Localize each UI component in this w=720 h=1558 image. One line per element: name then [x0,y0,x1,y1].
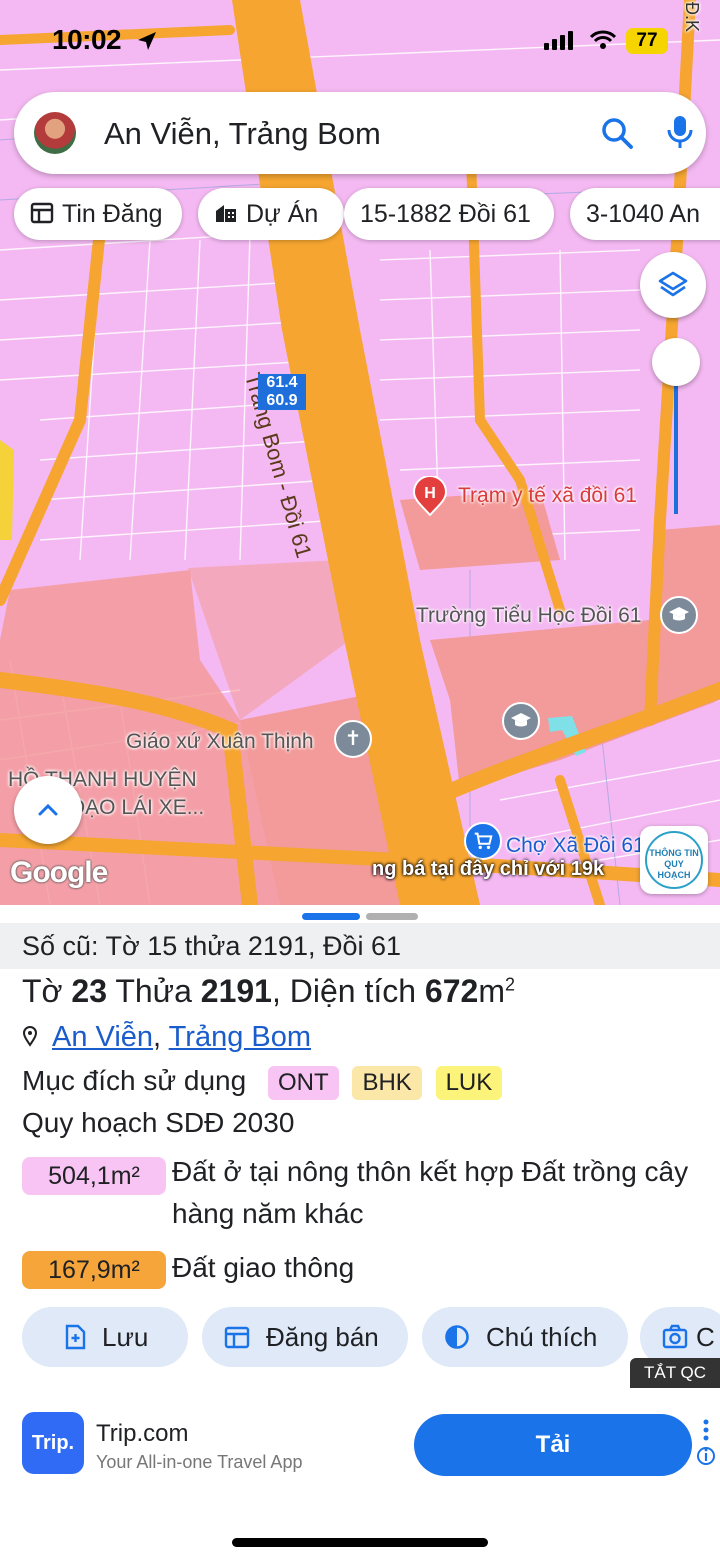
plan-area-row: 167,9m² Đất giao thông [22,1251,720,1293]
home-indicator-area [0,1502,720,1558]
search-query[interactable]: An Viễn, Trảng Bom [104,116,381,152]
area-unit: m [478,973,505,1009]
battery-indicator: 77 [626,28,668,54]
poi-church-label[interactable]: Giáo xứ Xuân Thịnh [126,730,314,754]
avatar[interactable] [34,112,76,154]
area-description: Đất ở tại nông thôn kết hợp Đất trồng câ… [172,1156,689,1229]
listing-icon [30,203,54,224]
google-logo: Google [10,856,108,889]
layers-icon [658,271,688,297]
microphone-icon[interactable] [666,114,694,152]
poi-driving-label-2[interactable]: ĐẠO LÁI XE... [70,796,204,820]
ad-banner[interactable]: Trip. Trip.com Your All-in-one Travel Ap… [0,1388,720,1502]
search-icon[interactable] [600,116,634,150]
area-unit-exp: 2 [504,974,515,995]
sheet-number: 23 [71,973,108,1009]
location-pin-icon [22,1026,38,1048]
poi-market-label[interactable]: Chợ Xã Đồi 61 [506,834,645,858]
area-value-pill: 167,9m² [22,1251,166,1289]
capture-label: C [696,1322,715,1352]
chip-label: Tin Đăng [62,200,163,228]
address-separator: , [153,1021,162,1053]
area-value: 672 [424,973,479,1009]
chip-recent-2[interactable]: 3-1040 An [570,188,720,240]
ad-info-icon[interactable] [696,1418,716,1472]
chip-recent-1[interactable]: 15-1882 Đồi 61 [344,188,554,240]
close-ad-button[interactable]: TẮT QC [630,1358,720,1388]
chip-du-an[interactable]: Dự Án [198,188,344,240]
area-value-pill: 504,1m² [22,1157,166,1195]
opacity-slider-knob[interactable] [652,338,700,386]
legend-button[interactable]: Chú thích [422,1307,628,1367]
post-sale-button[interactable]: Đăng bán [202,1307,408,1367]
poi-school-label[interactable]: Trường Tiểu Học Đồi 61 [416,604,641,628]
status-bar: 10:02 77 [0,0,720,80]
old-parcel-id: Số cũ: Tờ 15 thửa 2191, Đồi 61 [0,923,720,969]
home-indicator[interactable] [232,1538,488,1547]
land-use-row: Mục đích sử dụng ONT BHK LUK [22,1065,503,1100]
legend-icon [445,1325,469,1349]
parcel-info-sheet[interactable]: Số cũ: Tờ 15 thửa 2191, Đồi 61 Tờ 23 Thử… [0,905,720,1385]
ad-title: Trip.com [96,1420,189,1447]
sheet-label: Tờ [22,973,63,1009]
church-icon[interactable]: ✝ [334,720,372,758]
wifi-icon [590,30,616,49]
plan-area-row: 504,1m² Đất ở tại nông thôn kết hợp Đất … [22,1156,720,1247]
shopping-cart-icon[interactable] [464,822,502,860]
camera-icon [662,1324,688,1349]
save-button[interactable]: Lưu [22,1307,188,1367]
land-use-tag[interactable]: LUK [435,1065,503,1100]
sheet-handle[interactable] [366,913,418,920]
school-icon-2[interactable] [502,702,540,740]
svg-text:H: H [424,485,436,502]
planning-info-text: THÔNG TIN QUY HOẠCH [645,831,703,889]
sheet-handle-active[interactable] [302,913,360,920]
post-icon [224,1326,250,1349]
plot-number: 2191 [200,973,272,1009]
parcel-dim-1: 61.4 [266,374,298,391]
building-icon [216,205,236,223]
district-link[interactable]: Trảng Bom [169,1021,311,1053]
chip-tin-dang[interactable]: Tin Đăng [14,188,182,240]
plot-label: Thửa [115,973,192,1009]
parcel-dim-2: 60.9 [266,392,298,409]
land-use-label: Mục đích sử dụng [22,1065,247,1096]
parcel-title: Tờ 23 Thửa 2191, Diện tích 672m2 [22,973,515,1010]
ad-download-button[interactable]: Tải [414,1414,692,1476]
legend-label: Chú thích [486,1322,598,1352]
area-description: Đất giao thông [172,1252,355,1283]
search-bar[interactable]: An Viễn, Trảng Bom [14,92,706,174]
filter-chips: Tin Đăng Dự Án 15-1882 Đồi 61 3-1040 An [14,188,720,242]
chevron-up-icon [38,803,58,816]
school-icon[interactable] [660,596,698,634]
map-view[interactable]: Trảng Bom - Đồi 61 61.4 60.9 H Trạm y tế… [0,0,720,905]
cellular-signal-icon [544,31,573,50]
save-icon [65,1324,86,1350]
parcel-dimension-label[interactable]: 61.4 60.9 [258,374,306,410]
area-label: , Diện tích [271,973,417,1009]
chip-label: Dự Án [246,200,319,228]
location-arrow-icon [138,32,156,50]
layers-button[interactable] [640,252,706,318]
poi-health-label[interactable]: Trạm y tế xã đồi 61 [458,484,637,508]
save-label: Lưu [102,1322,149,1352]
land-use-tag[interactable]: BHK [352,1065,422,1100]
hospital-pin-icon[interactable]: H [412,476,448,516]
clock: 10:02 [52,24,122,55]
parcel-address: An Viễn, Trảng Bom [22,1021,311,1054]
expand-up-button[interactable] [14,776,82,844]
commune-link[interactable]: An Viễn [52,1021,153,1053]
plan-title: Quy hoạch SDĐ 2030 [22,1107,295,1138]
land-use-tag[interactable]: ONT [267,1065,339,1100]
ad-subtitle: Your All-in-one Travel App [96,1452,303,1472]
planning-info-badge[interactable]: THÔNG TIN QUY HOẠCH [640,826,708,894]
trip-logo: Trip. [22,1412,84,1474]
action-buttons: Lưu Đăng bán Chú thích C [0,1307,720,1369]
post-sale-label: Đăng bán [266,1322,379,1352]
ad-ticker[interactable]: ng bá tại đây chỉ với 19k [372,858,604,881]
